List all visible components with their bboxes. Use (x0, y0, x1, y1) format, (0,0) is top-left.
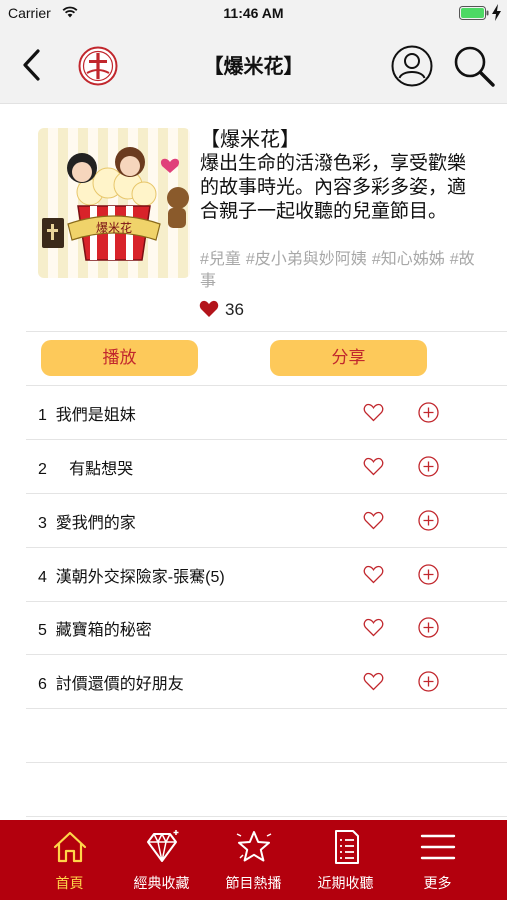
episode-title: 5 藏寶箱的秘密 (38, 622, 152, 639)
user-icon[interactable] (391, 45, 433, 87)
battery-icon (459, 6, 489, 20)
divider (26, 816, 507, 817)
tab-home[interactable]: 首頁 (19, 820, 120, 900)
search-icon[interactable] (452, 44, 496, 88)
tab-label: 節目熱播 (225, 875, 282, 891)
tab-recently-played[interactable]: 近期收聽 (295, 820, 396, 900)
diamond-icon (147, 830, 179, 862)
episode-row[interactable]: 5 藏寶箱的秘密 (0, 601, 507, 655)
tab-label: 近期收聽 (317, 875, 374, 891)
heart-outline-icon[interactable] (363, 672, 384, 691)
cross-logo-icon[interactable] (78, 46, 118, 86)
add-circle-icon[interactable] (418, 456, 439, 477)
divider (26, 331, 507, 332)
like-count: 36 (225, 300, 244, 319)
tag-children[interactable]: #兒童 (200, 251, 241, 268)
episode-title: 1 我們是姐妹 (38, 407, 136, 424)
program-description: 爆出生命的活潑色彩，享受歡樂的故事時光。內容多彩多姿，適合親子一起收聽的兒童節目… (200, 153, 467, 222)
episode-row[interactable]: 6 討價還價的好朋友 (0, 655, 507, 709)
heart-outline-icon[interactable] (363, 565, 384, 584)
navigation-bar: 【爆米花】 (0, 26, 507, 104)
heart-filled-icon[interactable] (199, 300, 219, 318)
tab-classic-collection[interactable]: 經典收藏 (111, 820, 212, 900)
chevron-left-icon[interactable] (20, 48, 44, 82)
star-icon (236, 831, 272, 862)
episode-row[interactable]: 4 漢朝外交探險家-張騫(5) (0, 548, 507, 602)
tab-label: 首頁 (55, 875, 84, 891)
heart-outline-icon[interactable] (363, 511, 384, 530)
add-circle-icon[interactable] (418, 402, 439, 423)
episode-row[interactable]: 3 愛我們的家 (0, 494, 507, 548)
tab-more[interactable]: 更多 (387, 820, 488, 900)
episode-row[interactable]: 1 我們是姐妹 (0, 386, 507, 440)
heart-outline-icon[interactable] (363, 457, 384, 476)
play-button[interactable]: 播放 (41, 340, 198, 376)
episode-title: 3 愛我們的家 (38, 515, 136, 532)
status-time: 11:46 AM (223, 5, 284, 21)
tag-list: #兒童 #皮小弟與妙阿姨 #知心姊姊 #故事 (200, 249, 480, 293)
charging-bolt-icon (492, 4, 501, 21)
program-name: 【爆米花】 (200, 129, 300, 151)
episode-row[interactable]: 2 有點想哭 (0, 440, 507, 494)
add-circle-icon[interactable] (418, 617, 439, 638)
popcorn-illustration: 爆米花 (42, 147, 189, 261)
tab-label: 更多 (423, 875, 452, 891)
hamburger-menu-icon (420, 834, 456, 860)
list-document-icon (335, 830, 359, 864)
program-cover-image: 爆米花 (38, 128, 190, 278)
tag-pi-brother-aunt-miao[interactable]: #皮小弟與妙阿姨 (246, 251, 367, 268)
heart-outline-icon[interactable] (363, 618, 384, 637)
home-icon (53, 831, 87, 863)
add-circle-icon[interactable] (418, 564, 439, 585)
share-button[interactable]: 分享 (270, 340, 427, 376)
tab-hot-programs[interactable]: 節目熱播 (203, 820, 304, 900)
tab-bar: 首頁 經典收藏 節目熱播 近期收聽 更多 (0, 820, 507, 900)
episode-title: 6 討價還價的好朋友 (38, 676, 184, 693)
status-bar: Carrier 11:46 AM (0, 0, 507, 26)
cover-logo-text: 爆米花 (96, 220, 132, 235)
heart-outline-icon[interactable] (363, 403, 384, 422)
divider (26, 762, 507, 763)
episode-title: 2 有點想哭 (38, 461, 134, 478)
tag-caring-sister[interactable]: #知心姊姊 (372, 251, 445, 268)
tab-label: 經典收藏 (133, 875, 190, 891)
add-circle-icon[interactable] (418, 671, 439, 692)
add-circle-icon[interactable] (418, 510, 439, 531)
page-title: 【爆米花】 (203, 56, 304, 78)
episode-title: 4 漢朝外交探險家-張騫(5) (38, 569, 225, 586)
divider (26, 708, 507, 709)
